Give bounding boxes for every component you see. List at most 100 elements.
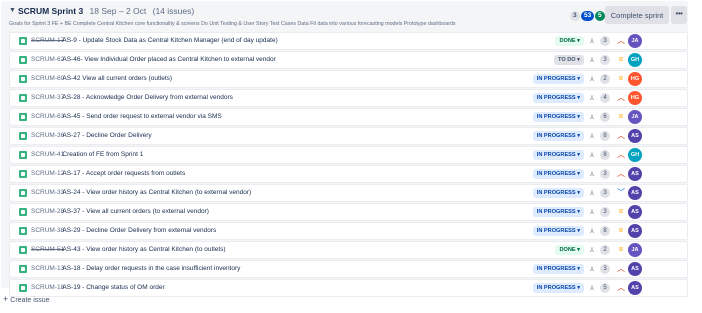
more-actions-button[interactable]: ••• (671, 6, 687, 24)
status-dropdown[interactable]: IN PROGRESS ▾ (532, 150, 584, 160)
done-points-badge: 5 (595, 11, 605, 21)
issue-summary[interactable]: AS-29 - Decline Order Delivery from exte… (62, 227, 216, 234)
status-dropdown[interactable]: IN PROGRESS ▾ (532, 112, 584, 122)
assignee-avatar[interactable]: JA (628, 34, 642, 48)
issue-summary[interactable]: AS-46- View Individual Order placed as C… (62, 56, 275, 63)
issue-key[interactable]: SCRUM-60 (31, 75, 64, 82)
assignee-avatar[interactable]: HG (628, 91, 642, 105)
issue-row[interactable]: SCRUM-18 AS-19 - Change status of OM orde… (9, 279, 688, 297)
equals-icon: = (618, 245, 624, 254)
issue-row[interactable]: SCRUM-62 AS-46- View Individual Order pla… (9, 51, 688, 69)
estimate-badge[interactable]: 8 (600, 150, 610, 160)
estimate-badge[interactable]: 4 (600, 93, 610, 103)
assignee-avatar[interactable]: AS (628, 281, 642, 295)
status-dropdown[interactable]: IN PROGRESS ▾ (532, 74, 584, 84)
chevron-up-icon: ︿ (617, 36, 625, 45)
estimate-badge[interactable]: 3 (600, 169, 610, 179)
issue-summary[interactable]: AS-17 - Accept order requests from outle… (62, 170, 185, 177)
estimate-badge[interactable]: 5 (600, 283, 610, 293)
status-dropdown[interactable]: TO DO ▾ (554, 55, 584, 65)
issue-key[interactable]: SCRUM-37 (31, 94, 64, 101)
status-dropdown[interactable]: IN PROGRESS ▾ (532, 207, 584, 217)
complete-sprint-button[interactable]: Complete sprint (605, 6, 669, 24)
estimate-badge[interactable]: 2 (600, 74, 610, 84)
issue-row[interactable]: SCRUM-37 AS-28 - Acknowledge Order Delive… (9, 89, 688, 107)
issue-row[interactable]: SCRUM-51 AS-43 - View order history as Ce… (9, 241, 688, 259)
estimate-badge[interactable]: 6 (600, 112, 610, 122)
issue-key[interactable]: SCRUM-12 (31, 170, 64, 177)
assignee-avatar[interactable]: GH (628, 148, 642, 162)
issue-row[interactable]: SCRUM-41 Creation of FE from Sprint 1 IN P… (9, 146, 688, 164)
status-dropdown[interactable]: IN PROGRESS ▾ (532, 283, 584, 293)
assignee-avatar[interactable]: JA (628, 110, 642, 124)
story-icon (19, 265, 27, 273)
status-dropdown[interactable]: IN PROGRESS ▾ (532, 169, 584, 179)
estimate-badge[interactable]: 3 (600, 207, 610, 217)
issue-summary[interactable]: AS-28 - Acknowledge Order Delivery from … (62, 94, 233, 101)
issue-summary[interactable]: AS-24 - View order history as Central Ki… (62, 189, 251, 196)
issue-summary[interactable]: AS-9 - Update Stock Data as Central Kitc… (62, 37, 277, 44)
issue-row[interactable]: SCRUM-13 AS-18 - Delay order requests in … (9, 260, 688, 278)
issue-key[interactable]: SCRUM-41 (31, 151, 64, 158)
sprint-title-line: SCRUM Sprint 3 18 Sep – 2 Oct (14 issues… (18, 6, 194, 16)
issue-key[interactable]: SCRUM-33 (31, 189, 64, 196)
status-dropdown[interactable]: IN PROGRESS ▾ (532, 188, 584, 198)
issue-summary[interactable]: AS-19 - Change status of OM order (62, 284, 164, 291)
assignee-avatar[interactable]: AS (628, 205, 642, 219)
assignee-avatar[interactable]: HG (628, 72, 642, 86)
issue-summary[interactable]: AS-43 - View order history as Central Ki… (62, 246, 225, 253)
issue-row[interactable]: SCRUM-28 AS-37 - View all current orders … (9, 203, 688, 221)
issue-key[interactable]: SCRUM-18 (31, 284, 64, 291)
issue-key[interactable]: SCRUM-51 (31, 246, 64, 253)
issue-row[interactable]: SCRUM-63 AS-45 - Send order request to ex… (9, 108, 688, 126)
issue-row[interactable]: SCRUM-38 AS-29 - Decline Order Delivery f… (9, 222, 688, 240)
assignee-avatar[interactable]: AS (628, 224, 642, 238)
status-dropdown[interactable]: IN PROGRESS ▾ (532, 264, 584, 274)
estimate-badge[interactable]: 8 (600, 226, 610, 236)
estimate-badge[interactable]: 2 (600, 245, 610, 255)
story-icon (19, 227, 27, 235)
status-dropdown[interactable]: IN PROGRESS ▾ (532, 93, 584, 103)
issue-summary[interactable]: AS-18 - Delay order requests in the case… (62, 265, 240, 272)
issue-key[interactable]: SCRUM-63 (31, 113, 64, 120)
estimate-badge[interactable]: 8 (600, 131, 610, 141)
status-dropdown[interactable]: IN PROGRESS ▾ (532, 226, 584, 236)
create-issue-button[interactable]: + Create issue (3, 294, 50, 304)
create-issue-label: Create issue (10, 297, 50, 304)
sprint-header[interactable]: ▼ SCRUM Sprint 3 18 Sep – 2 Oct (14 issu… (1, 1, 688, 32)
estimate-badge[interactable]: 3 (600, 264, 610, 274)
sprint-container: ▼ SCRUM Sprint 3 18 Sep – 2 Oct (14 issu… (1, 1, 688, 297)
issue-row[interactable]: SCRUM-36 AS-27 - Decline Order Delivery IN… (9, 127, 688, 145)
issue-key[interactable]: SCRUM-36 (31, 132, 64, 139)
issue-key[interactable]: SCRUM-13 (31, 265, 64, 272)
issue-summary[interactable]: AS-27 - Decline Order Delivery (62, 132, 151, 139)
hierarchy-icon: ⅄ (590, 152, 594, 159)
issue-summary[interactable]: AS-37 - View all current orders (to exte… (62, 208, 209, 215)
status-dropdown[interactable]: DONE ▾ (555, 245, 584, 255)
estimate-badge[interactable]: 3 (600, 55, 610, 65)
issue-key[interactable]: SCRUM-38 (31, 227, 64, 234)
assignee-avatar[interactable]: GH (628, 53, 642, 67)
issue-key[interactable]: SCRUM-62 (31, 56, 64, 63)
status-dropdown[interactable]: IN PROGRESS ▾ (532, 131, 584, 141)
issue-row[interactable]: SCRUM-60 AS-42 View all current orders (o… (9, 70, 688, 88)
issue-summary[interactable]: Creation of FE from Sprint 1 (62, 151, 143, 158)
status-dropdown[interactable]: DONE ▾ (555, 36, 584, 46)
assignee-avatar[interactable]: AS (628, 262, 642, 276)
assignee-avatar[interactable]: AS (628, 167, 642, 181)
issue-key[interactable]: SCRUM-28 (31, 208, 64, 215)
issue-row[interactable]: SCRUM-33 AS-24 - View order history as Ce… (9, 184, 688, 202)
estimate-badge[interactable]: 3 (600, 36, 610, 46)
issue-key[interactable]: SCRUM-17 (31, 37, 64, 44)
story-icon (19, 113, 27, 121)
assignee-avatar[interactable]: AS (628, 186, 642, 200)
issue-row[interactable]: SCRUM-12 AS-17 - Accept order requests fr… (9, 165, 688, 183)
story-icon (19, 75, 27, 83)
issue-row[interactable]: SCRUM-17 AS-9 - Update Stock Data as Cent… (9, 32, 688, 50)
chevron-down-icon[interactable]: ▼ (9, 7, 16, 14)
issue-summary[interactable]: AS-42 View all current orders (outlets) (62, 75, 172, 82)
assignee-avatar[interactable]: AS (628, 129, 642, 143)
assignee-avatar[interactable]: JA (628, 243, 642, 257)
issue-summary[interactable]: AS-45 - Send order request to external v… (62, 113, 221, 120)
estimate-badge[interactable]: 3 (600, 188, 610, 198)
